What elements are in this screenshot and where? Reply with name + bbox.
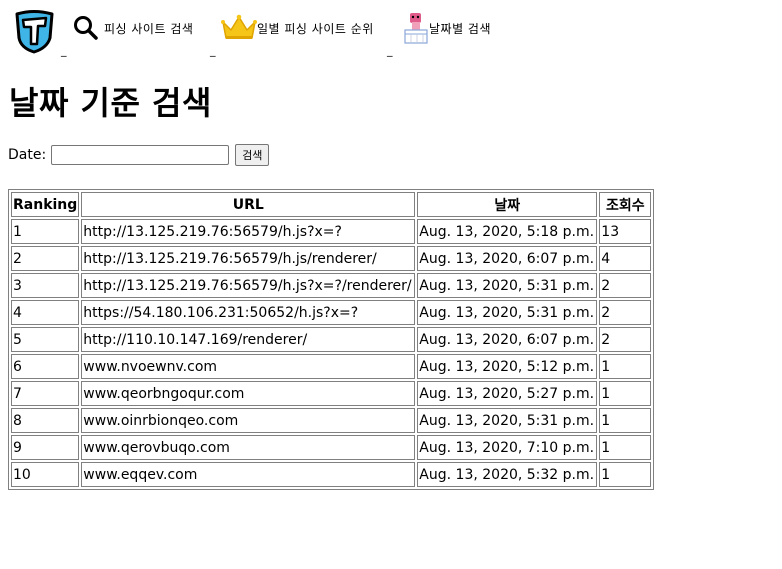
table-row: 5 http://110.10.147.169/renderer/ Aug. 1…: [11, 327, 652, 352]
site-logo[interactable]: [13, 8, 56, 54]
crown-icon: [221, 14, 257, 42]
header-views: 조회수: [599, 192, 652, 217]
cell-url[interactable]: http://110.10.147.169/renderer/: [81, 327, 416, 352]
cell-url[interactable]: http://13.125.219.76:56579/h.js?x=?/rend…: [81, 273, 416, 298]
page-title: 날짜 기준 검색: [9, 84, 212, 122]
header-url: URL: [81, 192, 416, 217]
cell-url[interactable]: www.qeorbngoqur.com: [81, 381, 416, 406]
nav-separator: _: [61, 44, 67, 57]
calendar-cake-icon: [403, 11, 429, 45]
cell-url[interactable]: http://13.125.219.76:56579/h.js?x=?: [81, 219, 416, 244]
top-nav: 피싱 사이트 검색 _ 일별 피싱 사이트 순위 _ 날짜별 검색 _: [0, 0, 782, 66]
cell-date: Aug. 13, 2020, 5:12 p.m.: [417, 354, 598, 379]
cell-rank: 2: [11, 246, 80, 271]
table-row: 9 www.qerovbuqo.com Aug. 13, 2020, 7:10 …: [11, 435, 652, 460]
nav-label: 일별 피싱 사이트 순위: [257, 21, 374, 36]
nav-daily-ranking[interactable]: 일별 피싱 사이트 순위: [221, 8, 374, 48]
nav-phishing-search[interactable]: 피싱 사이트 검색: [73, 8, 193, 48]
cell-views: 13: [599, 219, 652, 244]
cell-views: 1: [599, 354, 652, 379]
cell-rank: 7: [11, 381, 80, 406]
cell-rank: 4: [11, 300, 80, 325]
nav-separator: _: [387, 44, 393, 57]
table-header-row: Ranking URL 날짜 조회수: [11, 192, 652, 217]
cell-date: Aug. 13, 2020, 7:10 p.m.: [417, 435, 598, 460]
cell-rank: 10: [11, 462, 80, 487]
cell-rank: 9: [11, 435, 80, 460]
cell-url[interactable]: www.eqqev.com: [81, 462, 416, 487]
header-date: 날짜: [417, 192, 598, 217]
cell-url[interactable]: https://54.180.106.231:50652/h.js?x=?: [81, 300, 416, 325]
header-ranking: Ranking: [11, 192, 80, 217]
nav-date-search[interactable]: 날짜별 검색: [403, 8, 491, 48]
date-search-form: Date: 검색: [8, 144, 270, 166]
cell-date: Aug. 13, 2020, 6:07 p.m.: [417, 246, 598, 271]
nav-label: 피싱 사이트 검색: [104, 21, 194, 36]
cell-views: 1: [599, 462, 652, 487]
table-row: 6 www.nvoewnv.com Aug. 13, 2020, 5:12 p.…: [11, 354, 652, 379]
ranking-table: Ranking URL 날짜 조회수 1 http://13.125.219.7…: [8, 189, 655, 490]
search-icon: [73, 15, 99, 41]
date-label: Date:: [8, 147, 47, 163]
cell-date: Aug. 13, 2020, 5:18 p.m.: [417, 219, 598, 244]
cell-views: 2: [599, 273, 652, 298]
search-button[interactable]: 검색: [235, 144, 270, 166]
cell-date: Aug. 13, 2020, 5:32 p.m.: [417, 462, 598, 487]
cell-date: Aug. 13, 2020, 6:07 p.m.: [417, 327, 598, 352]
cell-date: Aug. 13, 2020, 5:31 p.m.: [417, 408, 598, 433]
cell-url[interactable]: www.oinrbionqeo.com: [81, 408, 416, 433]
table-row: 8 www.oinrbionqeo.com Aug. 13, 2020, 5:3…: [11, 408, 652, 433]
date-input[interactable]: [51, 145, 230, 165]
cell-views: 2: [599, 327, 652, 352]
nav-label: 날짜별 검색: [429, 21, 492, 36]
table-row: 7 www.qeorbngoqur.com Aug. 13, 2020, 5:2…: [11, 381, 652, 406]
logo-icon: [15, 10, 54, 54]
cell-rank: 1: [11, 219, 80, 244]
cell-views: 1: [599, 381, 652, 406]
table-row: 2 http://13.125.219.76:56579/h.js/render…: [11, 246, 652, 271]
cell-views: 4: [599, 246, 652, 271]
cell-rank: 5: [11, 327, 80, 352]
table-row: 1 http://13.125.219.76:56579/h.js?x=? Au…: [11, 219, 652, 244]
cell-date: Aug. 13, 2020, 5:27 p.m.: [417, 381, 598, 406]
cell-rank: 3: [11, 273, 80, 298]
cell-rank: 6: [11, 354, 80, 379]
cell-views: 1: [599, 435, 652, 460]
cell-rank: 8: [11, 408, 80, 433]
table-row: 3 http://13.125.219.76:56579/h.js?x=?/re…: [11, 273, 652, 298]
cell-date: Aug. 13, 2020, 5:31 p.m.: [417, 300, 598, 325]
table-row: 4 https://54.180.106.231:50652/h.js?x=? …: [11, 300, 652, 325]
cell-url[interactable]: www.qerovbuqo.com: [81, 435, 416, 460]
table-row: 10 www.eqqev.com Aug. 13, 2020, 5:32 p.m…: [11, 462, 652, 487]
cell-views: 2: [599, 300, 652, 325]
cell-url[interactable]: http://13.125.219.76:56579/h.js/renderer…: [81, 246, 416, 271]
nav-separator: _: [210, 44, 216, 57]
cell-views: 1: [599, 408, 652, 433]
cell-url[interactable]: www.nvoewnv.com: [81, 354, 416, 379]
cell-date: Aug. 13, 2020, 5:31 p.m.: [417, 273, 598, 298]
